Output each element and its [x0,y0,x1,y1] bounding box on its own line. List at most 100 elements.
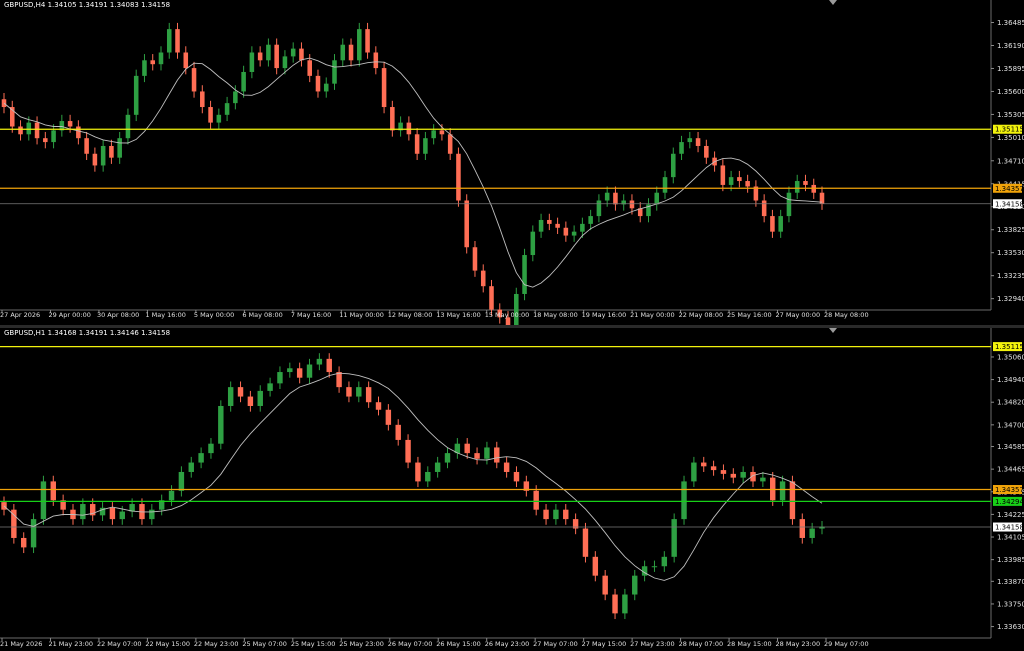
candle-body [687,138,693,143]
candle-body [543,509,549,520]
candle-body [588,216,593,224]
candle-body [809,528,815,538]
candle-body [695,138,701,146]
candle-body [257,52,263,61]
candle-body [799,519,805,538]
time-tick-label: 25 May 23:00 [339,640,384,648]
candle-body [547,219,552,224]
candle-body [480,270,486,287]
candle-body [149,509,155,520]
candle-body [150,60,155,65]
candle-body [563,227,569,236]
time-tick-label: 29 Apr 00:00 [48,311,90,319]
candle-body [503,462,510,472]
moving-average-line [3,57,823,288]
time-tick-label: 27 May 07:00 [533,640,578,648]
candle-body [662,177,668,193]
candle-body [779,481,786,501]
price-tick-label: 1.32940 [997,295,1024,303]
candle-body [356,387,362,397]
level-price-label: 1.35115 [995,126,1024,134]
chart-h4[interactable]: 1.36485 1.36190 1.35895 1.35600 1.35305 1.350… [0,0,1024,325]
price-tick-label: 1.33870 [997,578,1024,586]
time-tick-label: 18 May 08:00 [533,311,578,319]
candle-body [208,107,213,123]
candle-body [307,60,312,76]
candle-body [745,181,750,187]
candle-body [522,255,527,294]
candle-body [109,507,116,520]
candle-body [84,138,89,154]
candle-body [538,219,544,232]
candle-body [681,481,687,520]
candle-body [740,471,746,478]
price-tick-label: 1.35305 [997,111,1024,119]
candle-body [50,481,56,501]
time-tick-label: 11 May 00:00 [339,311,384,319]
time-tick-label: 21 May 23:00 [48,640,93,648]
chart-h1-canvas[interactable]: 1.35060 1.34940 1.34820 1.34700 1.34585 1.344… [0,328,1024,651]
chart-h4-canvas[interactable]: 1.36485 1.36190 1.35895 1.35600 1.35305 1.350… [0,0,1024,325]
candle-body [125,114,131,139]
candle-body [30,519,37,548]
time-tick-label: 29 May 07:00 [824,640,869,648]
chart-h1[interactable]: 1.35060 1.34940 1.34820 1.34700 1.34585 1.344… [0,328,1024,651]
candle-body [385,409,392,425]
chart-h1-shift-marker-icon[interactable] [829,328,837,333]
candle-body [710,466,717,471]
candle-body [434,462,441,472]
time-tick-label: 27 May 00:00 [776,311,821,319]
candle-body [629,200,635,209]
candle-body [178,471,185,491]
time-tick-label: 28 May 07:00 [679,640,724,648]
candle-body [100,145,106,166]
candle-body [513,471,520,482]
time-tick-label: 22 May 15:00 [145,640,190,648]
candle-body [425,471,431,482]
candle-body [778,216,783,232]
candle-body [200,91,205,108]
candle-body [720,470,727,474]
price-tick-label: 1.33985 [997,556,1024,564]
candle-body [326,358,332,373]
candle-body [216,114,222,123]
candle-body [761,200,767,217]
candle-body [679,142,684,154]
time-tick-label: 22 May 23:00 [194,640,239,648]
candle-body [390,107,395,131]
candle-body [43,138,48,143]
candle-body [67,121,73,127]
level-price-label: 1.34158 [995,200,1024,208]
candle-body [198,453,204,463]
time-tick-label: 25 May 16:00 [727,311,772,319]
candle-body [357,29,362,61]
candle-body [406,122,412,135]
candle-body [786,192,792,217]
level-price-label: 1.34158 [995,524,1024,532]
time-tick-label: 28 May 15:00 [727,640,772,648]
candle-body [290,48,296,57]
candle-body [375,402,382,410]
candle-body [237,387,244,397]
moving-average-line [3,372,823,581]
candle-body [381,68,387,108]
price-tick-label: 1.36485 [997,19,1024,27]
candle-body [415,462,421,482]
candle-body [224,103,230,115]
candle-body [789,481,796,520]
candle-body [671,153,676,178]
candle-body [651,566,658,568]
chart-h4-shift-marker-icon[interactable] [829,0,837,5]
candle-body [632,575,638,595]
candle-body [737,177,742,182]
candle-body [51,130,56,143]
time-tick-label: 21 May 00:00 [630,311,675,319]
time-tick-label: 27 May 23:00 [630,640,675,648]
candle-body [299,48,304,61]
candle-body [365,387,372,403]
candle-body [474,453,480,459]
candle-body [40,481,47,520]
candle-body [26,122,32,135]
level-price-label: 1.34357 [995,185,1024,193]
time-tick-label: 13 May 16:00 [436,311,481,319]
